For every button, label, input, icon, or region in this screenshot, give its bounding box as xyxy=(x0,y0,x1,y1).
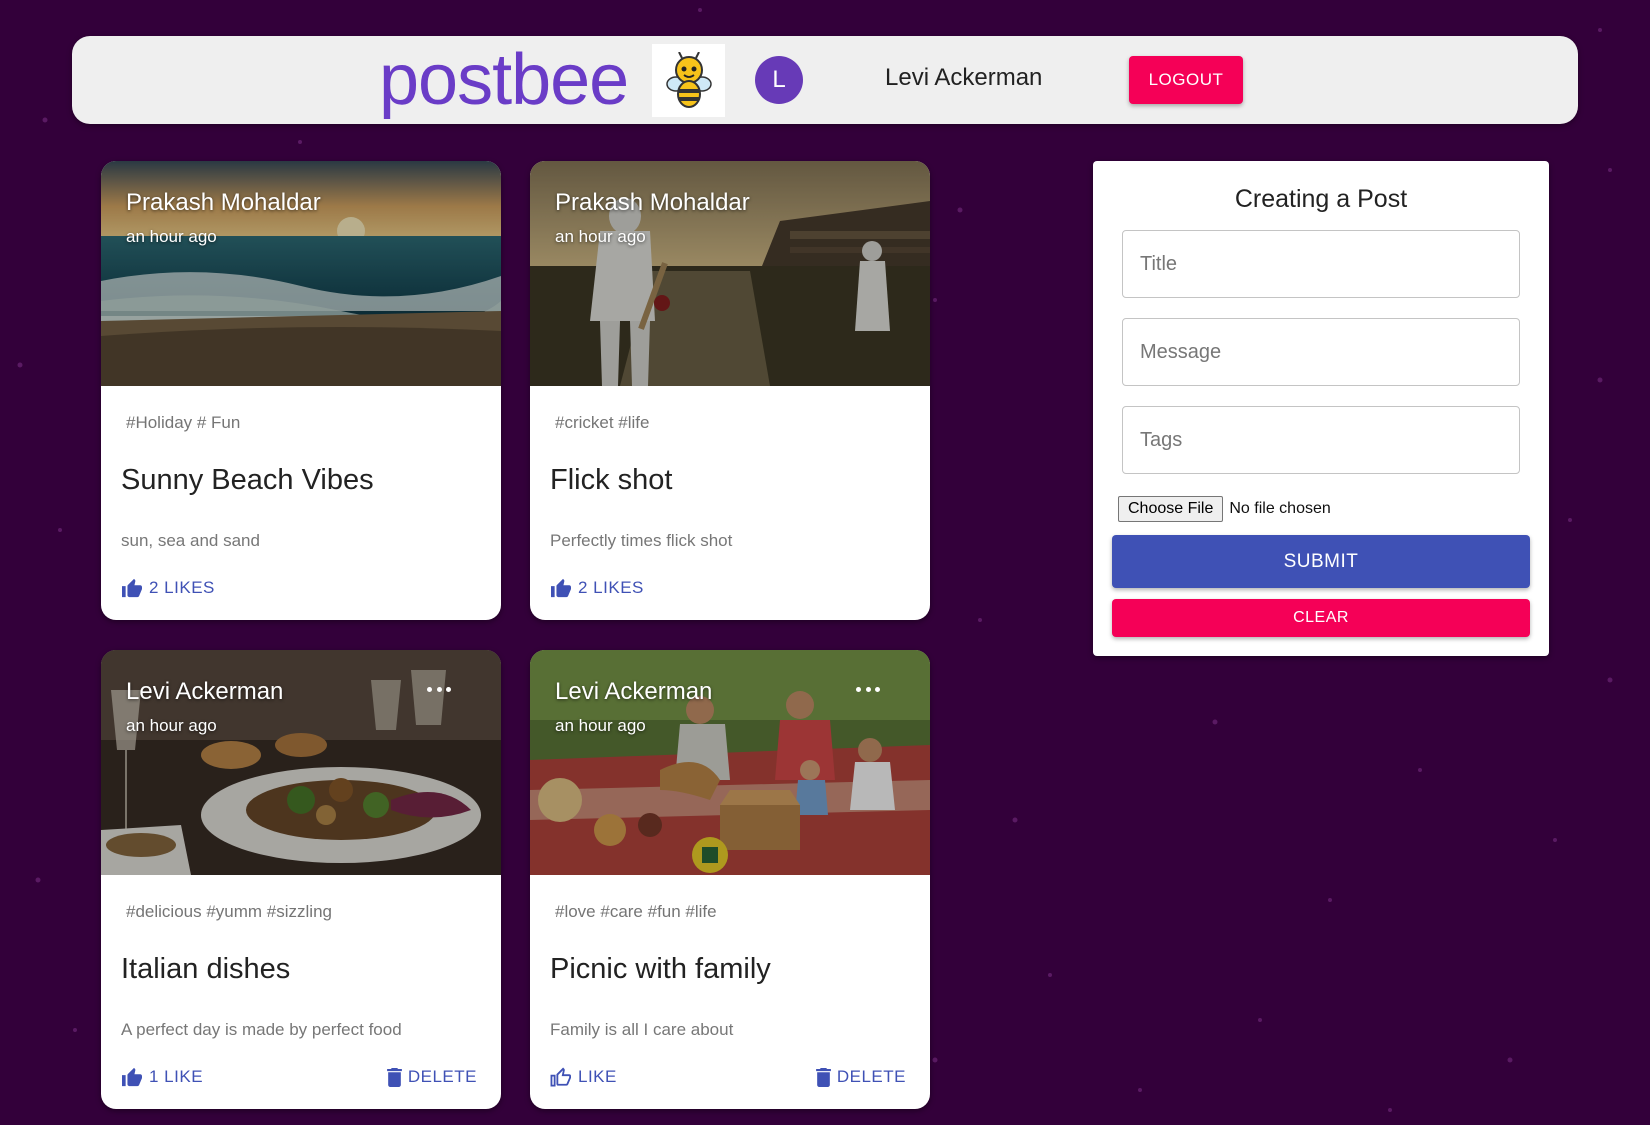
post-image[interactable]: Prakash Mohaldar an hour ago xyxy=(530,161,930,386)
delete-button[interactable]: DELETE xyxy=(815,1067,906,1087)
like-label: LIKE xyxy=(578,1067,617,1086)
like-button[interactable]: 2 LIKES xyxy=(550,578,644,598)
post-message: Family is all I care about xyxy=(550,1020,734,1039)
like-button[interactable]: 1 LIKE xyxy=(121,1067,203,1087)
bee-icon xyxy=(665,51,712,108)
post-title: Italian dishes xyxy=(121,953,291,985)
thumb-up-outline-icon xyxy=(550,1067,571,1087)
like-label: 2 LIKES xyxy=(149,578,215,597)
user-name: Levi Ackerman xyxy=(885,64,1043,91)
logout-button[interactable]: LOGOUT xyxy=(1129,56,1243,104)
thumb-up-icon xyxy=(122,578,142,598)
delete-label: DELETE xyxy=(836,1067,906,1086)
thumb-up-icon xyxy=(122,1067,142,1087)
clear-button[interactable]: CLEAR xyxy=(1112,599,1530,637)
post-actions: 1 LIKE DELETE xyxy=(121,1062,477,1092)
submit-button[interactable]: SUBMIT xyxy=(1112,535,1530,588)
bee-logo xyxy=(652,44,725,117)
post-author: Prakash Mohaldar xyxy=(555,189,750,216)
avatar[interactable]: L xyxy=(755,56,803,104)
post-message: sun, sea and sand xyxy=(121,531,260,550)
post-message: A perfect day is made by perfect food xyxy=(121,1020,402,1039)
post-author: Levi Ackerman xyxy=(555,678,713,705)
post-author: Levi Ackerman xyxy=(126,678,284,705)
like-button[interactable]: 2 LIKES xyxy=(121,578,215,598)
post-title: Flick shot xyxy=(550,464,673,496)
post-image[interactable]: Prakash Mohaldar an hour ago xyxy=(101,161,501,386)
like-label: 1 LIKE xyxy=(149,1067,204,1086)
post-author: Prakash Mohaldar xyxy=(126,189,321,216)
post-card[interactable]: Levi Ackerman an hour ago #delicious #yu… xyxy=(101,650,501,1109)
file-status: No file chosen xyxy=(1229,500,1331,517)
more-options-icon[interactable] xyxy=(427,684,451,694)
post-actions: 2 LIKES xyxy=(121,573,477,603)
post-image[interactable]: Levi Ackerman an hour ago xyxy=(101,650,501,875)
post-card[interactable]: Prakash Mohaldar an hour ago #cricket #l… xyxy=(530,161,930,620)
post-time: an hour ago xyxy=(555,227,646,246)
post-actions: LIKE DELETE xyxy=(550,1062,906,1092)
create-post-form: Creating a Post Choose File No file chos… xyxy=(1093,161,1549,656)
post-time: an hour ago xyxy=(555,716,646,735)
post-time: an hour ago xyxy=(126,227,217,246)
post-message: Perfectly times flick shot xyxy=(550,531,733,550)
thumb-up-icon xyxy=(551,578,571,598)
trash-icon xyxy=(815,1067,831,1087)
like-button[interactable]: LIKE xyxy=(550,1067,617,1087)
choose-file-button[interactable]: Choose File xyxy=(1118,496,1224,522)
post-image[interactable]: Levi Ackerman an hour ago xyxy=(530,650,930,875)
message-input[interactable] xyxy=(1122,318,1520,386)
post-tags: #love #care #fun #life xyxy=(555,902,717,921)
form-title: Creating a Post xyxy=(1234,185,1408,213)
post-title: Picnic with family xyxy=(550,953,771,985)
delete-button[interactable]: DELETE xyxy=(386,1067,477,1087)
tags-input[interactable] xyxy=(1122,406,1520,474)
app-bar: postbee L Levi Ackerman LOGOUT xyxy=(72,36,1578,124)
post-title: Sunny Beach Vibes xyxy=(121,464,374,496)
like-label: 2 LIKES xyxy=(578,578,644,597)
title-input[interactable] xyxy=(1122,230,1520,298)
delete-label: DELETE xyxy=(407,1067,477,1086)
brand-title[interactable]: postbee xyxy=(379,40,629,120)
file-picker: Choose File No file chosen xyxy=(1118,496,1331,522)
more-options-icon[interactable] xyxy=(856,684,880,694)
post-tags: #delicious #yumm #sizzling xyxy=(126,902,332,921)
post-time: an hour ago xyxy=(126,716,217,735)
post-tags: #cricket #life xyxy=(555,413,650,432)
post-tags: #Holiday # Fun xyxy=(126,413,241,432)
post-card[interactable]: Levi Ackerman an hour ago #love #care #f… xyxy=(530,650,930,1109)
post-actions: 2 LIKES xyxy=(550,573,906,603)
post-card[interactable]: Prakash Mohaldar an hour ago #Holiday # … xyxy=(101,161,501,620)
trash-icon xyxy=(386,1067,402,1087)
